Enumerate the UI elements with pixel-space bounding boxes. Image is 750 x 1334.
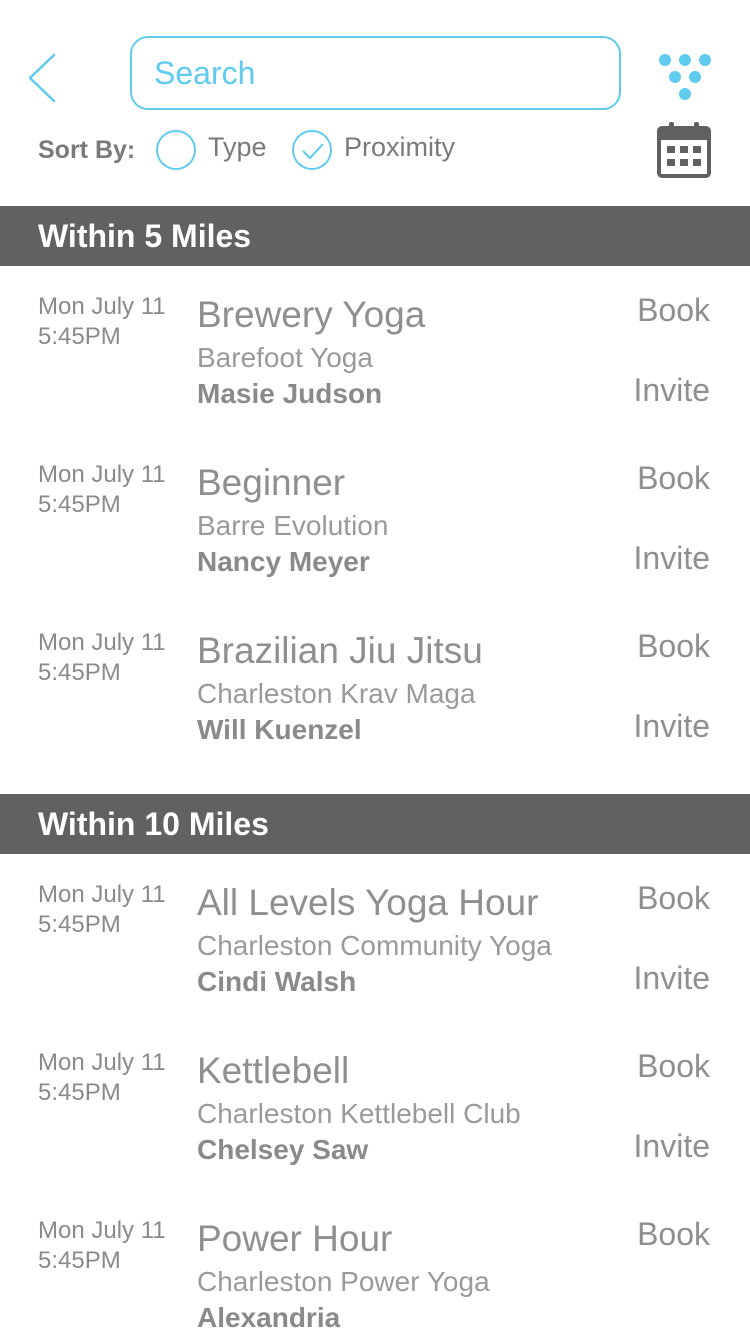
class-studio: Charleston Krav Maga: [197, 678, 476, 709]
sort-row: Sort By: Type Proximity: [38, 128, 638, 172]
invite-button[interactable]: Invite: [634, 708, 710, 745]
book-button[interactable]: Book: [637, 292, 710, 329]
class-row: Mon July 11 5:45PM All Levels Yoga Hour C…: [0, 880, 750, 1048]
calendar-icon[interactable]: [656, 120, 712, 180]
class-title: Brewery Yoga: [197, 294, 426, 335]
sort-by-label: Sort By:: [38, 136, 136, 164]
invite-button[interactable]: Invite: [634, 1128, 710, 1165]
filter-dots-icon[interactable]: [656, 52, 714, 102]
class-datetime: Mon July 11 5:45PM: [38, 293, 166, 350]
class-title: All Levels Yoga Hour: [197, 882, 539, 923]
class-title: Kettlebell: [197, 1050, 350, 1091]
class-datetime: Mon July 11 5:45PM: [38, 1049, 166, 1106]
invite-button[interactable]: Invite: [634, 372, 710, 409]
class-studio: Charleston Community Yoga: [197, 930, 552, 961]
class-studio: Charleston Kettlebell Club: [197, 1098, 521, 1129]
invite-button[interactable]: Invite: [634, 540, 710, 577]
search-input[interactable]: [130, 36, 621, 110]
class-row: Mon July 11 5:45PM Brewery Yoga Barefoot …: [0, 292, 750, 460]
section-header-10-miles: Within 10 Miles: [0, 794, 750, 854]
sort-type-radio[interactable]: [156, 130, 196, 170]
checkmark-icon: [302, 143, 324, 160]
section-header-5-miles: Within 5 Miles: [0, 206, 750, 266]
invite-button[interactable]: Invite: [634, 960, 710, 997]
book-button[interactable]: Book: [637, 628, 710, 665]
class-studio: Barefoot Yoga: [197, 342, 373, 373]
class-row: Mon July 11 5:45PM Brazilian Jiu Jitsu Ch…: [0, 628, 750, 796]
sort-proximity-label: Proximity: [344, 132, 456, 162]
class-instructor: Cindi Walsh: [197, 966, 357, 997]
book-button[interactable]: Book: [637, 1048, 710, 1085]
class-instructor: Alexandria: [197, 1302, 341, 1333]
class-datetime: Mon July 11 5:45PM: [38, 1217, 166, 1274]
class-row: Mon July 11 5:45PM Kettlebell Charleston …: [0, 1048, 750, 1216]
class-studio: Charleston Power Yoga: [197, 1266, 490, 1297]
back-chevron-icon[interactable]: [26, 52, 58, 104]
section-title: Within 10 Miles: [38, 806, 269, 842]
class-instructor: Masie Judson: [197, 378, 383, 409]
class-instructor: Nancy Meyer: [197, 546, 370, 577]
class-studio: Barre Evolution: [197, 510, 389, 541]
book-button[interactable]: Book: [637, 460, 710, 497]
book-button[interactable]: Book: [637, 1216, 710, 1253]
section-title: Within 5 Miles: [38, 218, 252, 254]
class-title: Brazilian Jiu Jitsu: [197, 630, 483, 671]
class-row: Mon July 11 5:45PM Power Hour Charleston …: [0, 1216, 750, 1334]
class-datetime: Mon July 11 5:45PM: [38, 881, 166, 938]
book-button[interactable]: Book: [637, 880, 710, 917]
sort-proximity-radio[interactable]: [292, 130, 332, 170]
class-title: Power Hour: [197, 1218, 393, 1259]
class-title: Beginner: [197, 462, 346, 503]
top-bar: Sort By: Type Proximity: [0, 0, 750, 206]
class-instructor: Will Kuenzel: [197, 714, 362, 745]
class-row: Mon July 11 5:45PM Beginner Barre Evoluti…: [0, 460, 750, 628]
class-instructor: Chelsey Saw: [197, 1134, 369, 1165]
class-datetime: Mon July 11 5:45PM: [38, 461, 166, 518]
sort-type-label: Type: [208, 132, 267, 162]
class-datetime: Mon July 11 5:45PM: [38, 629, 166, 686]
